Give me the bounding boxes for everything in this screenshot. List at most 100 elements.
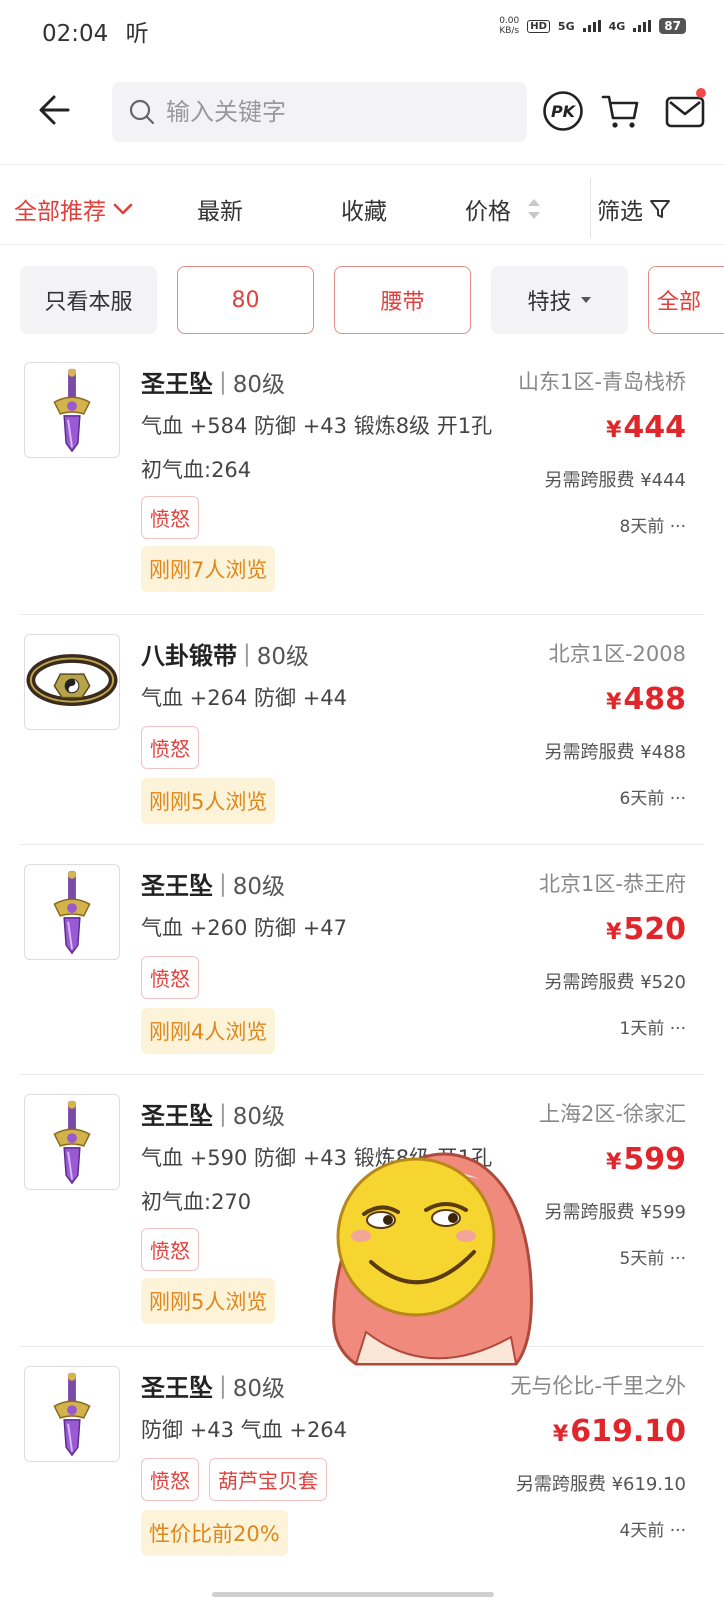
filter-label: 筛选 (597, 199, 643, 225)
divider (20, 844, 704, 845)
chip-skill[interactable]: 特技 (491, 266, 628, 334)
item-title: 圣王坠 | 80级 (141, 364, 285, 399)
item-time: 8天前 ··· (619, 517, 686, 537)
separator: | (219, 870, 227, 897)
smug-face-icon (332, 1152, 533, 1366)
net-speed: 0.00 KB/s (499, 16, 520, 36)
item-price: ¥488 (606, 682, 686, 717)
separator: | (219, 368, 227, 395)
sort-price[interactable]: 价格 (465, 192, 543, 226)
item-tags: 愤怒 (141, 1228, 199, 1271)
item-stats: 气血 +260 防御 +47 (141, 916, 348, 940)
value-badge: 性价比前20% (141, 1510, 288, 1556)
divider (0, 244, 724, 245)
svg-text:PK: PK (551, 102, 577, 121)
item-stats: 气血 +264 防御 +44 (141, 686, 348, 710)
item-level: 80级 (232, 1375, 286, 1402)
sort-recommend[interactable]: 全部推荐 (14, 192, 134, 226)
item-level: 80级 (232, 371, 286, 398)
sort-newest-label: 最新 (197, 199, 243, 225)
cart-button[interactable] (600, 90, 642, 132)
skill-tag: 愤怒 (141, 726, 199, 769)
home-indicator[interactable] (212, 1592, 494, 1597)
separator: | (219, 1100, 227, 1127)
item-server: 山东1区-青岛栈桥 (518, 370, 686, 394)
item-tags: 愤怒 (141, 956, 199, 999)
filter-button[interactable]: 筛选 (597, 192, 671, 226)
item-name: 圣王坠 (141, 872, 213, 900)
more-icon[interactable]: ··· (670, 1019, 686, 1039)
arrow-left-icon (39, 95, 70, 125)
item-stats: 气血 +584 防御 +43 锻炼8级 开1孔 (141, 414, 493, 438)
item-server: 北京1区-恭王府 (539, 872, 686, 896)
emoji-sticker[interactable] (326, 1132, 536, 1372)
item-time: 1天前 ··· (619, 1019, 686, 1039)
item-fee: 另需跨服费 ¥488 (544, 742, 686, 763)
item-title: 圣王坠 | 80级 (141, 866, 285, 901)
divider (0, 164, 724, 165)
item-title: 圣王坠 | 80级 (141, 1368, 285, 1403)
chip-label: 特技 (527, 290, 572, 315)
views-badge: 刚刚5人浏览 (141, 1278, 276, 1324)
skill-tag: 愤怒 (141, 1458, 199, 1501)
signal-4g-icon (633, 20, 652, 32)
item-fee: 另需跨服费 ¥520 (544, 972, 686, 993)
filter-chips: 只看本服 80 腰带 特技 全部 (0, 266, 724, 336)
separator: | (219, 1372, 227, 1399)
more-icon[interactable]: ··· (670, 789, 686, 809)
item-tags: 愤怒 葫芦宝贝套 (141, 1458, 327, 1501)
item-server: 北京1区-2008 (548, 642, 686, 666)
item-level: 80级 (232, 873, 286, 900)
cart-icon (601, 95, 639, 128)
search-box[interactable] (112, 82, 527, 142)
item-level: 80级 (232, 1103, 286, 1130)
item-price: ¥619.10 (552, 1414, 686, 1449)
search-icon (129, 99, 155, 125)
divider (20, 614, 704, 615)
item-time: 4天前 ··· (619, 1521, 686, 1541)
sort-newest[interactable]: 最新 (197, 192, 243, 226)
item-name: 八卦锻带 (141, 642, 237, 670)
item-name: 圣王坠 (141, 370, 213, 398)
item-fee: 另需跨服费 ¥619.10 (515, 1474, 686, 1495)
chip-all[interactable]: 全部 (648, 266, 724, 334)
pk-button[interactable]: PK (542, 90, 584, 132)
back-button[interactable] (36, 90, 76, 130)
sort-arrows-icon (528, 199, 540, 219)
sort-favorite[interactable]: 收藏 (341, 192, 387, 226)
more-icon[interactable]: ··· (670, 517, 686, 537)
notification-dot (696, 88, 706, 98)
more-icon[interactable]: ··· (670, 1521, 686, 1541)
sort-price-label: 价格 (465, 199, 511, 225)
chip-level[interactable]: 80 (177, 266, 314, 334)
item-price: ¥444 (606, 410, 686, 445)
pendant-icon (24, 362, 120, 458)
chip-label: 只看本服 (44, 290, 133, 315)
item-title: 圣王坠 | 80级 (141, 1096, 285, 1131)
divider (20, 1074, 704, 1075)
chip-label: 腰带 (380, 290, 425, 315)
signal-4g-label: 4G (608, 19, 626, 33)
sort-favorite-label: 收藏 (341, 199, 387, 225)
chip-type[interactable]: 腰带 (334, 266, 471, 334)
message-button[interactable] (662, 88, 708, 134)
item-price: ¥520 (606, 912, 686, 947)
caret-down-icon (580, 297, 591, 303)
chip-label: 80 (231, 287, 260, 313)
search-input[interactable] (166, 98, 506, 126)
item-name: 圣王坠 (141, 1102, 213, 1130)
pendant-icon (24, 864, 120, 960)
skill-tag: 愤怒 (141, 1228, 199, 1271)
chip-local-server[interactable]: 只看本服 (20, 266, 157, 334)
list-item[interactable]: 圣王坠 | 80级 无与伦比-千里之外 防御 +43 气血 +264 ¥619.… (0, 1354, 724, 1594)
list-item[interactable]: 八卦锻带 | 80级 北京1区-2008 气血 +264 防御 +44 ¥488… (0, 622, 724, 844)
chevron-down-icon (113, 203, 133, 215)
item-time: 5天前 ··· (619, 1249, 686, 1269)
list-item[interactable]: 圣王坠 | 80级 北京1区-恭王府 气血 +260 防御 +47 ¥520 另… (0, 852, 724, 1074)
list-item[interactable]: 圣王坠 | 80级 山东1区-青岛栈桥 气血 +584 防御 +43 锻炼8级 … (0, 350, 724, 614)
separator: | (243, 640, 251, 667)
more-icon[interactable]: ··· (670, 1249, 686, 1269)
status-time: 02:04 听 (42, 21, 149, 47)
item-price: ¥599 (606, 1142, 686, 1177)
status-icons: 0.00 KB/s HD 5G 4G 87 (499, 16, 686, 36)
